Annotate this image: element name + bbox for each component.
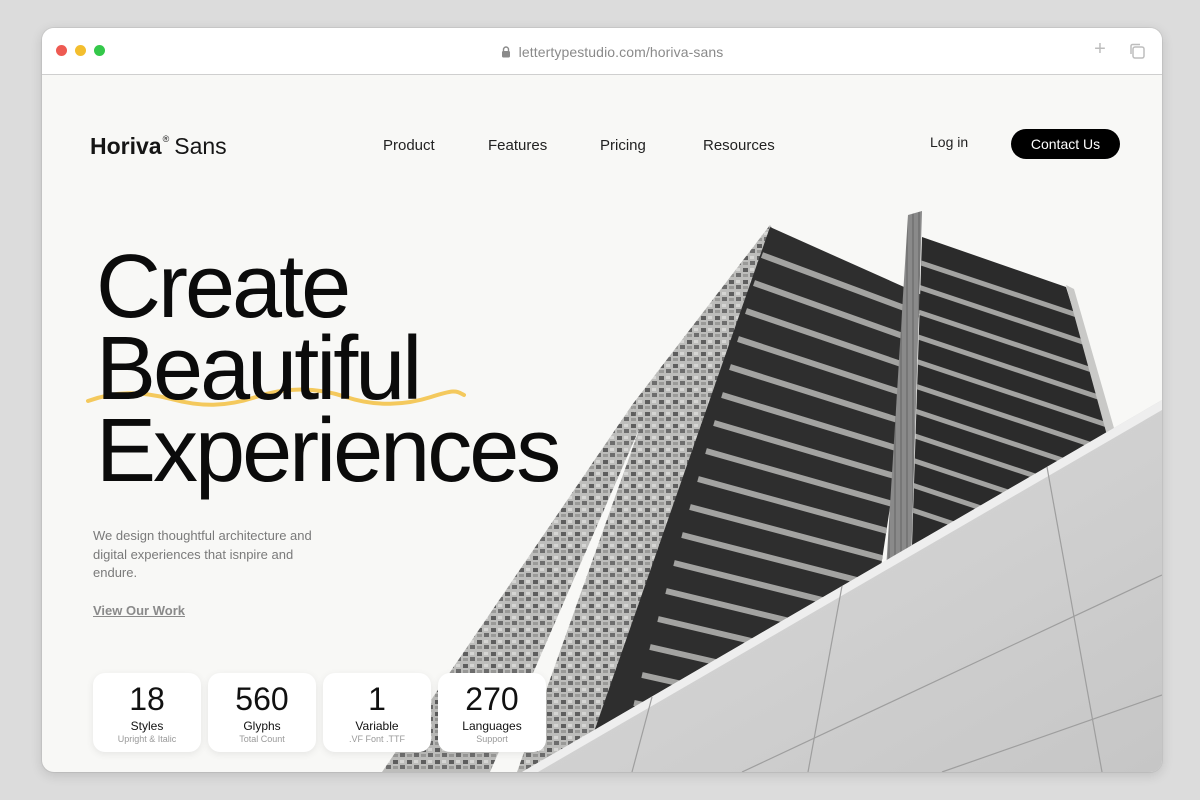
- nav-item-pricing[interactable]: Pricing: [600, 137, 646, 154]
- stat-label: Variable: [355, 719, 399, 733]
- web-page: Horiva ® Sans Product Features Pricing R…: [42, 75, 1162, 772]
- brand-logo[interactable]: Horiva ® Sans: [90, 133, 227, 163]
- hero-description: We design thoughtful architecture and di…: [93, 528, 312, 580]
- minimize-window-button[interactable]: [75, 45, 86, 56]
- lock-icon: [501, 46, 510, 58]
- stat-value: 560: [235, 681, 289, 717]
- close-window-button[interactable]: [56, 45, 67, 56]
- stat-card-glyphs: 560 Glyphs Total Count: [208, 673, 316, 752]
- stat-card-variable: 1 Variable .VF Font .TTF: [323, 673, 431, 752]
- stat-value: 18: [129, 681, 165, 717]
- view-our-work-link[interactable]: View Our Work: [93, 603, 185, 618]
- address-bar[interactable]: lettertypestudio.com/horiva-sans: [472, 42, 752, 62]
- login-link[interactable]: Log in: [930, 134, 968, 150]
- copy-icon[interactable]: [1128, 42, 1146, 60]
- stat-card-languages: 270 Languages Support: [438, 673, 546, 752]
- stat-label: Styles: [130, 719, 164, 733]
- url-text: lettertypestudio.com/horiva-sans: [518, 44, 724, 60]
- stat-sub: Upright & Italic: [117, 734, 177, 744]
- stat-label: Languages: [462, 719, 522, 733]
- nav-item-features[interactable]: Features: [488, 137, 547, 154]
- nav-item-resources[interactable]: Resources: [703, 137, 775, 154]
- stat-sub: .VF Font .TTF: [348, 734, 405, 744]
- stat-card-styles: 18 Styles Upright & Italic: [93, 673, 201, 752]
- contact-us-button[interactable]: Contact Us: [1011, 129, 1120, 159]
- stat-sub: Support: [476, 734, 508, 744]
- browser-window: lettertypestudio.com/horiva-sans + Horiv…: [42, 28, 1162, 772]
- brand-name-bold: Horiva: [90, 133, 162, 159]
- stat-value: 1: [368, 681, 386, 717]
- stat-sub: Total Count: [239, 734, 285, 744]
- nav-item-product[interactable]: Product: [383, 137, 435, 154]
- registered-mark: ®: [162, 134, 170, 144]
- brand-name-light: Sans: [174, 133, 227, 159]
- browser-titlebar: lettertypestudio.com/horiva-sans +: [42, 28, 1162, 75]
- stat-value: 270: [465, 681, 519, 717]
- stat-label: Glyphs: [243, 719, 281, 733]
- headline-line-3: Experiences: [96, 401, 561, 501]
- plus-icon[interactable]: +: [1090, 38, 1110, 60]
- maximize-window-button[interactable]: [94, 45, 105, 56]
